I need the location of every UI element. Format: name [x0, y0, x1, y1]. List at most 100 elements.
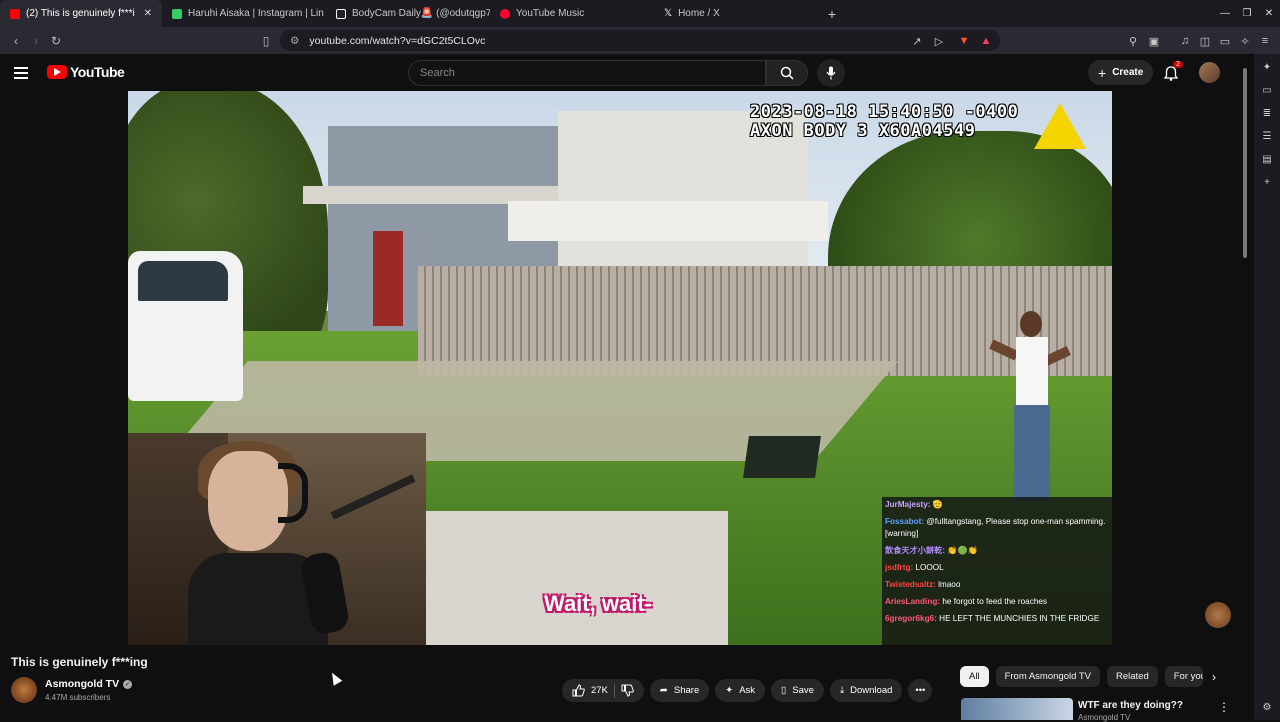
create-label: Create	[1112, 67, 1144, 78]
create-button[interactable]: + Create	[1088, 60, 1154, 85]
notifications-button[interactable]: 2	[1160, 61, 1183, 84]
browser-sidebar: ✦ ▭ ≣ ☰ ▤ + ⚙	[1254, 54, 1280, 720]
chip-from-channel[interactable]: From Asmongold TV	[995, 666, 1100, 687]
browser-tab-instagram[interactable]: Haruhi Aisaka | Instagram | Lin	[162, 0, 326, 27]
search-placeholder: Search	[420, 67, 455, 79]
forward-icon[interactable]: ›	[26, 31, 46, 51]
like-button[interactable]: 27K	[572, 684, 608, 697]
sidebar-settings-icon[interactable]: ⚙	[1260, 700, 1274, 714]
new-tab-button[interactable]: +	[818, 0, 846, 27]
leo-ai-icon[interactable]: ✧	[1236, 31, 1254, 51]
add-sidebar-item-icon[interactable]: +	[1260, 175, 1274, 189]
youtube-logo[interactable]: YouTube	[47, 64, 125, 80]
brave-rewards-icon[interactable]: ▲	[977, 31, 995, 51]
wallet-icon[interactable]: ▭	[1216, 31, 1234, 51]
thumbs-down-icon	[621, 684, 634, 697]
music-icon[interactable]: ♫	[1176, 31, 1194, 51]
split-view-icon[interactable]: ◫	[1196, 31, 1214, 51]
chat-message: AriesLanding: he forgot to feed the roac…	[885, 596, 1109, 608]
bookmarks-icon[interactable]: ☰	[1260, 129, 1274, 143]
minimize-icon[interactable]: —	[1214, 0, 1236, 27]
extensions-icon[interactable]: ⚲	[1124, 31, 1142, 51]
channel-watermark[interactable]	[1205, 602, 1231, 628]
close-icon[interactable]: ✕	[144, 8, 152, 19]
video-red-wall	[373, 231, 403, 326]
browser-toolbar: ‹ › ↻ ▯ ⚙ youtube.com/watch?v=dGC2t5CLOv…	[0, 27, 1280, 54]
video-white-car	[128, 251, 243, 401]
search-input[interactable]: Search	[408, 60, 766, 86]
recommended-video-thumbnail[interactable]	[961, 698, 1073, 720]
timestamp-line: 2023-08-18 15:40:50 -0400	[750, 102, 1019, 122]
download-icon: ⤓	[839, 685, 845, 696]
back-icon[interactable]: ‹	[6, 31, 26, 51]
address-bar[interactable]: ⚙ youtube.com/watch?v=dGC2t5CLOvc	[280, 30, 1000, 51]
share-button[interactable]: ➦ Share	[649, 679, 710, 702]
sidebar-toggle-icon[interactable]: ▣	[1145, 31, 1163, 51]
download-button[interactable]: ⤓ Download	[829, 679, 903, 702]
x-favicon-icon: 𝕏	[664, 8, 673, 19]
thumbs-up-icon	[572, 684, 585, 697]
browser-tab-youtube-music[interactable]: YouTube Music	[490, 0, 654, 27]
site-info-icon[interactable]: ⚙	[290, 35, 299, 47]
more-actions-button[interactable]: •••	[908, 679, 933, 702]
account-avatar[interactable]	[1199, 62, 1220, 83]
youtube-music-favicon-icon	[500, 8, 510, 19]
tiktok-favicon-icon	[336, 8, 346, 19]
share-icon: ➦	[659, 685, 668, 696]
chat-text: LOOOL	[915, 563, 944, 572]
chat-message: jsdfrtg: LOOOL	[885, 562, 1109, 574]
more-vert-icon[interactable]: ⋮	[1218, 700, 1230, 714]
sparkle-icon: ✦	[725, 685, 734, 696]
tab-label: (2) This is genuinely f***i	[26, 8, 135, 19]
brave-shield-icon[interactable]: ▼	[955, 31, 973, 51]
bodycam-timestamp: 2023-08-18 15:40:50 -0400 AXON BODY 3 X6…	[750, 103, 1018, 141]
channel-avatar[interactable]	[11, 677, 37, 703]
chat-user: JurMajesty:	[885, 500, 931, 509]
youtube-favicon-icon	[10, 8, 20, 19]
ask-label: Ask	[739, 685, 756, 696]
chat-user: jsdfrtg:	[885, 563, 914, 572]
ask-button[interactable]: ✦ Ask	[715, 679, 766, 702]
instagram-favicon-icon	[172, 8, 182, 19]
open-external-icon[interactable]: ↗	[908, 31, 926, 51]
browser-tab-x[interactable]: 𝕏 Home / X	[654, 0, 818, 27]
recommended-video-channel: Asmongold TV	[1078, 713, 1131, 722]
chat-message: 飲食天才小餅乾: 👏🟢👏	[885, 545, 1109, 557]
chat-message: Twistedsaltz: lmaoo	[885, 579, 1109, 591]
reading-list-icon[interactable]: ≣	[1260, 106, 1274, 120]
bookmark-icon[interactable]: ▯	[256, 31, 276, 51]
logo-text: YouTube	[70, 64, 125, 80]
wallet-sidebar-icon[interactable]: ▭	[1260, 83, 1274, 97]
chip-related[interactable]: Related	[1106, 666, 1158, 687]
tab-label: YouTube Music	[516, 8, 585, 19]
hamburger-menu-icon[interactable]	[14, 63, 34, 83]
search-button[interactable]	[766, 60, 808, 86]
history-icon[interactable]: ▤	[1260, 152, 1274, 166]
streamer-webcam	[128, 433, 426, 645]
page-scrollbar[interactable]	[1241, 58, 1249, 718]
voice-search-button[interactable]	[817, 59, 845, 87]
save-button[interactable]: ▯ Save	[771, 679, 824, 702]
chip-all[interactable]: All	[960, 666, 989, 687]
stream-chat-overlay: JurMajesty: 🫡 Fossabot: @fulltangstang, …	[882, 497, 1112, 645]
browser-tab-youtube[interactable]: (2) This is genuinely f***i ✕	[0, 0, 162, 27]
cast-icon[interactable]: ▷	[930, 31, 948, 51]
video-subtitle: Wait, wait-	[544, 591, 652, 616]
channel-name[interactable]: Asmongold TV	[45, 678, 119, 690]
save-label: Save	[792, 685, 814, 696]
maximize-icon[interactable]: ❐	[1236, 0, 1258, 27]
close-window-icon[interactable]: ✕	[1258, 0, 1280, 27]
reload-icon[interactable]: ↻	[46, 31, 66, 51]
chat-message: 6gregor6kg6: HE LEFT THE MUNCHIES IN THE…	[885, 613, 1109, 625]
leo-icon[interactable]: ✦	[1260, 60, 1274, 74]
emote-icon: 👏🟢👏	[947, 546, 978, 555]
chevron-right-icon[interactable]: ›	[1205, 668, 1223, 686]
scrollbar-thumb[interactable]	[1243, 68, 1247, 258]
browser-tab-tiktok[interactable]: BodyCam Daily🚨 (@odutqgp71	[326, 0, 490, 27]
recommended-video-title[interactable]: WTF are they doing??	[1078, 700, 1183, 711]
subscriber-count: 4.47M subscribers	[45, 693, 111, 702]
browser-menu-icon[interactable]: ≡	[1256, 31, 1274, 51]
dislike-button[interactable]	[621, 684, 634, 697]
chip-for-you[interactable]: For you	[1164, 666, 1203, 687]
video-actions: 27K ➦ Share ✦ Ask ▯ Save ⤓ Download •••	[562, 679, 933, 702]
